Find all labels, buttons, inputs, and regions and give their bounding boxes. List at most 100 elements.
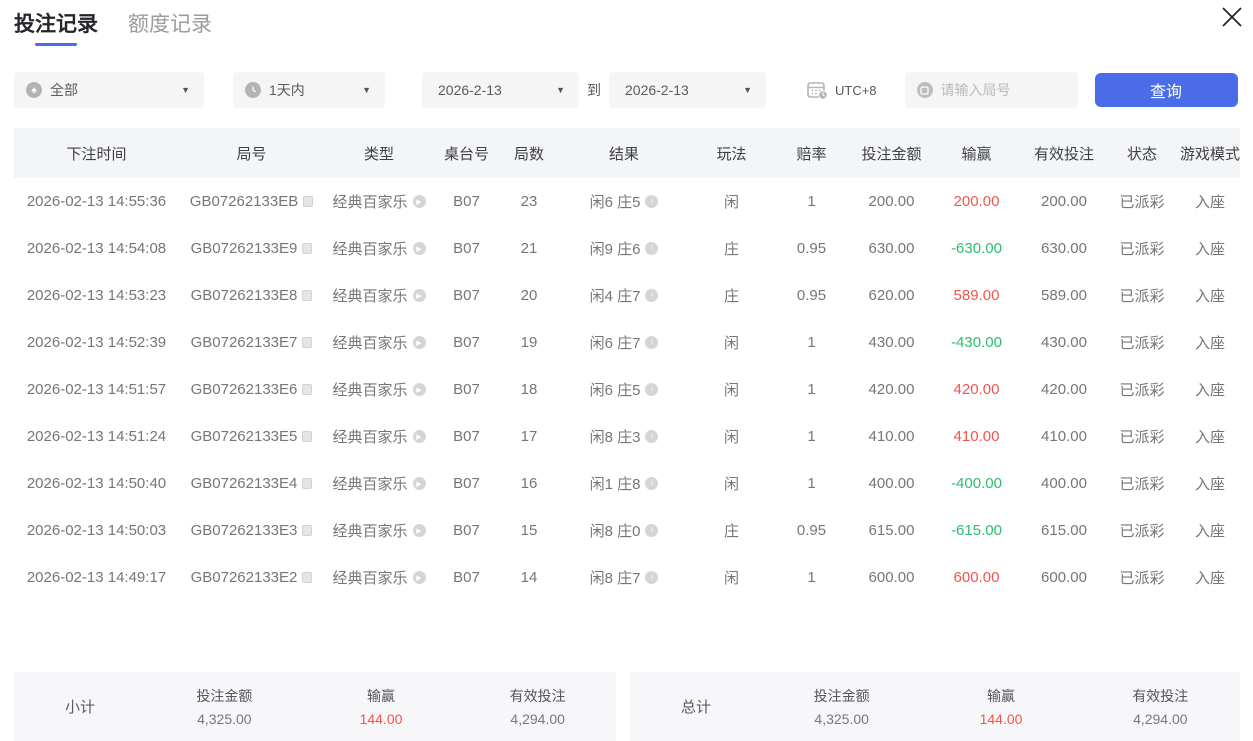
- win-loss-cell: 420.00: [934, 366, 1019, 413]
- bet-time-value: 2026-02-13 14:50:03: [27, 522, 166, 539]
- subtotal-panel: 小计 投注金额 4,325.00 输赢 144.00 有效投注 4,294.00: [14, 672, 616, 741]
- bet-amount-value: 420.00: [869, 381, 915, 398]
- copy-icon[interactable]: [302, 290, 312, 301]
- info-icon[interactable]: i: [645, 524, 658, 537]
- time-range-select[interactable]: 1天内 ▼: [233, 72, 385, 108]
- copy-icon[interactable]: [302, 478, 312, 489]
- round-number-cell: 21: [499, 225, 559, 272]
- bet-time-cell: 2026-02-13 14:55:36: [14, 178, 179, 225]
- info-icon[interactable]: i: [645, 477, 658, 490]
- play-arrow-icon[interactable]: ▶: [413, 383, 426, 396]
- play-arrow-icon[interactable]: ▶: [413, 336, 426, 349]
- result-value: 闲8 庄0: [590, 520, 641, 541]
- play-arrow-icon[interactable]: ▶: [413, 242, 426, 255]
- info-icon[interactable]: i: [645, 336, 658, 349]
- game-type-select[interactable]: ♠ 全部 ▼: [14, 72, 204, 108]
- column-header: 投注金额: [849, 128, 934, 178]
- table-body: 2026-02-13 14:55:36GB07262133EB经典百家乐▶B07…: [14, 178, 1240, 601]
- copy-icon[interactable]: [302, 384, 312, 395]
- time-range-value: 1天内: [269, 80, 305, 100]
- valid-bet-cell: 200.00: [1019, 178, 1109, 225]
- play-value: 闲: [724, 379, 739, 400]
- round-number-input[interactable]: [941, 82, 1061, 98]
- round-number-value: 20: [521, 287, 538, 304]
- info-icon[interactable]: i: [645, 195, 658, 208]
- round-id-value: GB07262133E8: [191, 287, 298, 304]
- round-id-value: GB07262133E9: [191, 240, 298, 257]
- bet-time-cell: 2026-02-13 14:50:03: [14, 507, 179, 554]
- valid-bet-value: 630.00: [1041, 240, 1087, 257]
- valid-bet-value: 589.00: [1041, 287, 1087, 304]
- game-type-cell: 经典百家乐▶: [324, 554, 434, 601]
- copy-icon[interactable]: [302, 337, 312, 348]
- copy-icon[interactable]: [302, 572, 312, 583]
- win-loss-cell: 600.00: [934, 554, 1019, 601]
- status-value: 已派彩: [1119, 473, 1164, 494]
- table-number-cell: B07: [434, 554, 499, 601]
- win-loss-cell: -615.00: [934, 507, 1019, 554]
- round-number-field[interactable]: [905, 72, 1078, 108]
- status-cell: 已派彩: [1109, 507, 1175, 554]
- date-from-select[interactable]: 2026-2-13 ▼: [422, 72, 579, 108]
- play-arrow-icon[interactable]: ▶: [413, 430, 426, 443]
- play-arrow-icon[interactable]: ▶: [413, 477, 426, 490]
- game-mode-value: 入座: [1195, 191, 1225, 212]
- play-arrow-icon[interactable]: ▶: [413, 289, 426, 302]
- round-id-cell: GB07262133E8: [179, 272, 324, 319]
- result-value: 闲6 庄5: [590, 191, 641, 212]
- copy-icon[interactable]: [302, 525, 312, 536]
- tab-quota-records[interactable]: 额度记录: [128, 8, 212, 46]
- odds-value: 1: [807, 428, 815, 445]
- info-icon[interactable]: i: [645, 430, 658, 443]
- game-mode-value: 入座: [1195, 379, 1225, 400]
- game-type-value: 经典百家乐: [332, 238, 407, 259]
- status-value: 已派彩: [1119, 285, 1164, 306]
- info-icon[interactable]: i: [645, 242, 658, 255]
- info-icon[interactable]: i: [645, 289, 658, 302]
- round-number-value: 18: [521, 381, 538, 398]
- status-cell: 已派彩: [1109, 225, 1175, 272]
- status-value: 已派彩: [1119, 520, 1164, 541]
- play-arrow-icon[interactable]: ▶: [413, 524, 426, 537]
- game-type-value: 经典百家乐: [332, 379, 407, 400]
- bet-amount-value: 615.00: [869, 522, 915, 539]
- copy-icon[interactable]: [302, 431, 312, 442]
- table-number-value: B07: [453, 381, 480, 398]
- total-panel: 总计 投注金额 4,325.00 输赢 144.00 有效投注 4,294.00: [630, 672, 1240, 741]
- search-button[interactable]: 查询: [1095, 73, 1238, 107]
- total-label: 总计: [630, 696, 762, 717]
- bet-time-value: 2026-02-13 14:51:57: [27, 381, 166, 398]
- close-button[interactable]: [1217, 2, 1247, 32]
- bet-time-cell: 2026-02-13 14:50:40: [14, 460, 179, 507]
- win-loss-cell: 589.00: [934, 272, 1019, 319]
- game-type-cell: 经典百家乐 ▶: [324, 366, 434, 413]
- date-to-select[interactable]: 2026-2-13 ▼: [609, 72, 766, 108]
- info-icon[interactable]: i: [645, 383, 658, 396]
- game-mode-value: 入座: [1195, 285, 1225, 306]
- play-arrow-icon[interactable]: ▶: [413, 195, 426, 208]
- valid-bet-cell: 630.00: [1019, 225, 1109, 272]
- result-value: 闲1 庄8: [590, 473, 641, 494]
- bet-time-cell: 2026-02-13 14:51:57: [14, 366, 179, 413]
- table-number-value: B07: [453, 193, 480, 210]
- table-number-value: B07: [453, 475, 480, 492]
- round-id-cell: GB07262133E7: [179, 319, 324, 366]
- game-mode-cell: 入座: [1175, 225, 1245, 272]
- bet-amount-cell: 600.00: [849, 554, 934, 601]
- info-icon[interactable]: i: [645, 571, 658, 584]
- valid-bet-value: 200.00: [1041, 193, 1087, 210]
- valid-bet-cell: 420.00: [1019, 366, 1109, 413]
- copy-icon[interactable]: [303, 196, 313, 207]
- tab-bet-records[interactable]: 投注记录: [14, 8, 98, 46]
- bet-time-value: 2026-02-13 14:52:39: [27, 334, 166, 351]
- status-value: 已派彩: [1119, 567, 1164, 588]
- valid-bet-value: 615.00: [1041, 522, 1087, 539]
- game-mode-value: 入座: [1195, 238, 1225, 259]
- table-row: 2026-02-13 14:51:24GB07262133E5经典百家乐▶B07…: [14, 413, 1240, 460]
- result-cell: 闲6 庄5 i: [559, 178, 689, 225]
- play-arrow-icon[interactable]: ▶: [413, 571, 426, 584]
- status-value: 已派彩: [1119, 379, 1164, 400]
- valid-bet-cell: 615.00: [1019, 507, 1109, 554]
- status-cell: 已派彩: [1109, 554, 1175, 601]
- copy-icon[interactable]: [302, 243, 312, 254]
